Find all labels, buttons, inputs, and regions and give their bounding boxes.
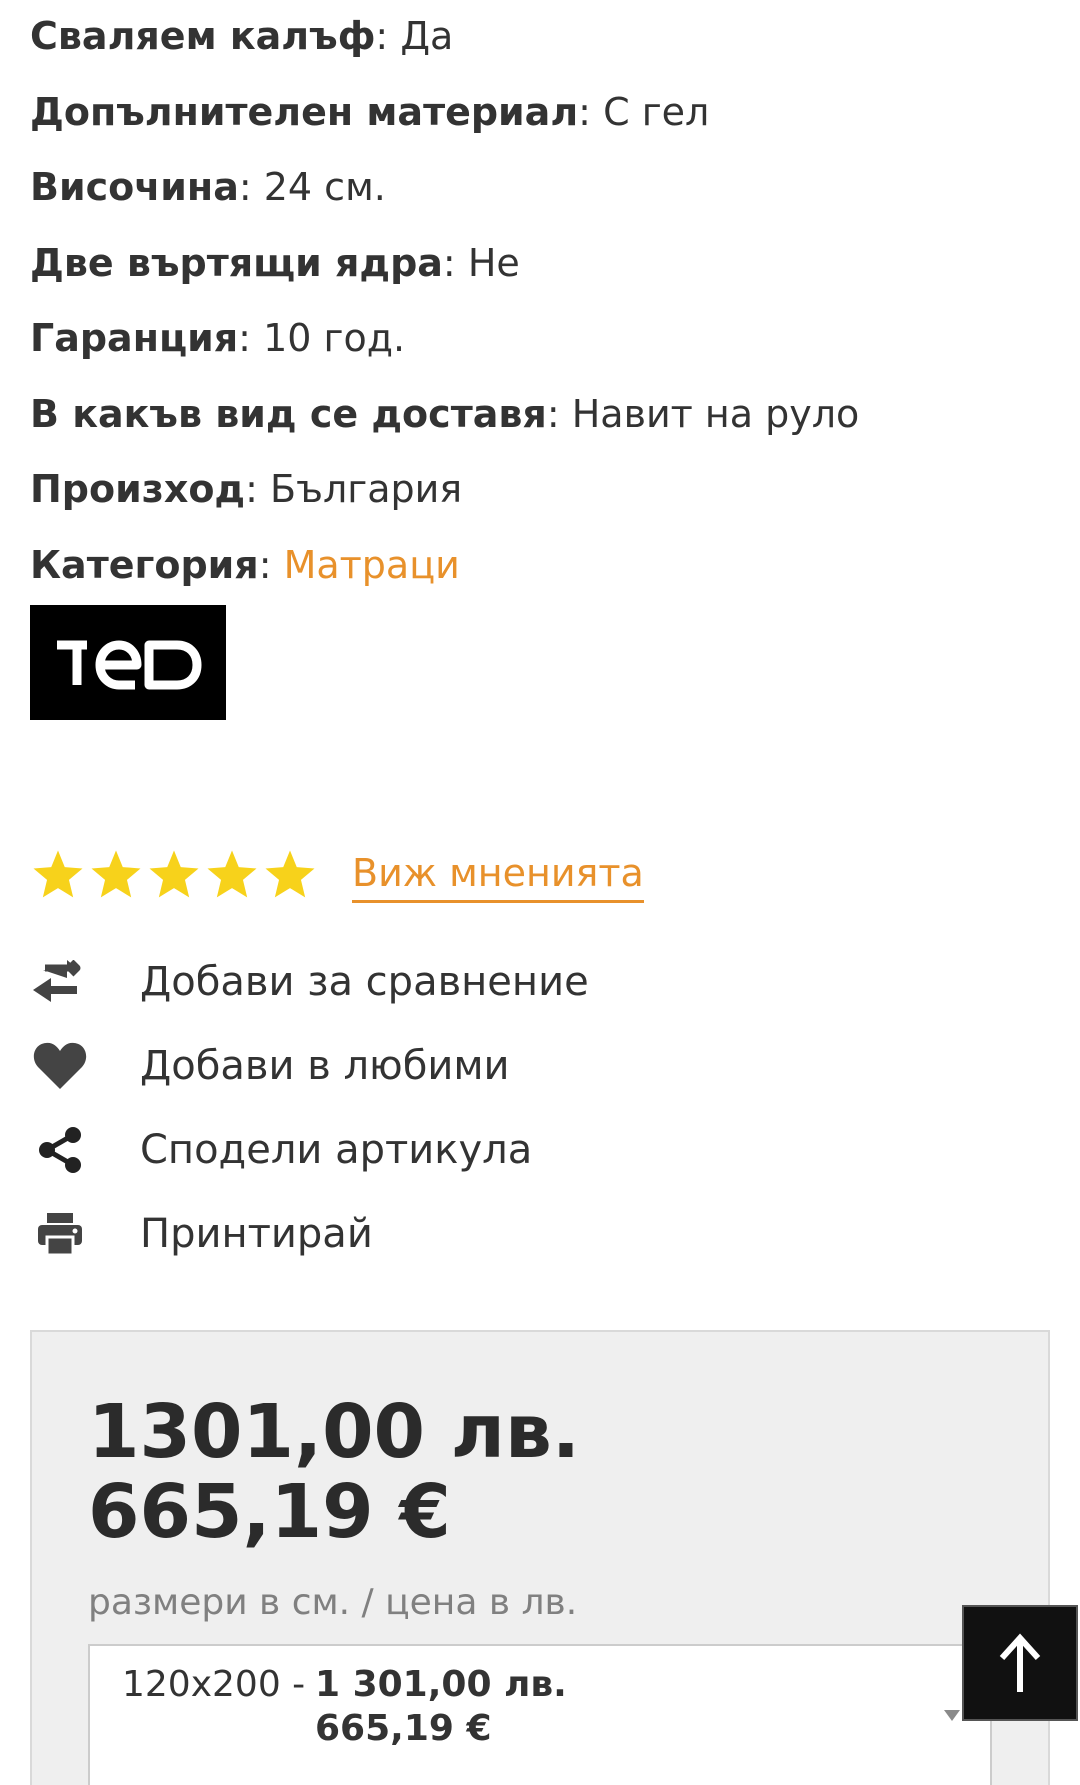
spec-separator: : (258, 542, 272, 587)
spec-separator: : (238, 316, 251, 360)
spec-row-category: Категория: Матраци (30, 537, 1050, 613)
star-icon (265, 850, 315, 898)
spec-value: Навит на руло (571, 391, 860, 436)
spec-key: Произход (30, 467, 246, 511)
spec-key: Сваляем калъф (30, 14, 376, 58)
size-price-label: размери в см. / цена в лв. (88, 1582, 578, 1623)
category-link[interactable]: Матраци (284, 543, 460, 587)
spec-separator: : (245, 467, 258, 511)
spec-row-warranty: Гаранция: 10 год. (30, 310, 1050, 386)
arrow-up-icon (999, 1633, 1041, 1692)
spec-row-height: Височина: 24 см. (30, 159, 1050, 235)
share-article-label: Сподели артикула (140, 1127, 533, 1173)
rating-section: Виж мненията (30, 840, 644, 910)
selected-price-bgn: 1 301,00 лв. (315, 1664, 567, 1705)
spec-separator: : (546, 391, 560, 436)
share-icon (30, 1120, 90, 1180)
size-select[interactable]: 120x200 - 1 301,00 лв. 665,19 € (88, 1644, 992, 1785)
ted-logo-icon (57, 640, 202, 689)
spec-value: Да (400, 14, 454, 58)
spec-value: Не (467, 240, 520, 285)
brand-logo[interactable] (30, 605, 226, 720)
spec-key: Допълнителен материал (30, 89, 579, 134)
spec-value: С гел (603, 89, 710, 134)
star-icon (33, 850, 83, 898)
spec-key: Гаранция (30, 316, 239, 360)
product-details-page: Сваляем калъф: Да Допълнителен материал:… (0, 0, 1080, 1785)
product-actions: Добави за сравнение Добави в любими Спод… (30, 940, 930, 1276)
print-button[interactable]: Принтирай (30, 1192, 930, 1276)
print-icon (30, 1204, 90, 1264)
spec-value: 10 год. (263, 316, 406, 360)
price-bgn: 1301,00 лв. (88, 1389, 580, 1475)
add-to-compare-label: Добави за сравнение (140, 959, 589, 1005)
spec-separator: : (578, 89, 591, 134)
spec-key: Категория (30, 542, 259, 587)
selected-size: 120x200 - (122, 1664, 306, 1705)
spec-key: Височина (30, 165, 239, 209)
compare-arrows-icon (30, 952, 90, 1012)
back-to-top-button[interactable] (962, 1605, 1078, 1721)
share-article-button[interactable]: Сподели артикула (30, 1108, 930, 1192)
spec-row-delivery-form: В какъв вид се доставя: Навит на руло (30, 386, 1050, 462)
add-to-favorites-button[interactable]: Добави в любими (30, 1024, 930, 1108)
selected-price-eur: 665,19 € (315, 1708, 492, 1749)
heart-icon (30, 1036, 90, 1096)
star-icon (207, 850, 257, 898)
specifications-list: Сваляем калъф: Да Допълнителен материал:… (30, 8, 1050, 612)
price-box: 1301,00 лв. 665,19 € размери в см. / цен… (30, 1330, 1050, 1785)
spec-value: 24 см. (263, 165, 386, 209)
spec-separator: : (442, 240, 456, 285)
view-reviews-link[interactable]: Виж мненията (352, 848, 644, 903)
star-icon (91, 850, 141, 898)
spec-row-two-rotating-cores: Две въртящи ядра: Не (30, 235, 1050, 311)
star-rating (30, 847, 318, 903)
add-to-compare-button[interactable]: Добави за сравнение (30, 940, 930, 1024)
spec-row-additional-material: Допълнителен материал: С гел (30, 84, 1050, 160)
spec-separator: : (375, 14, 389, 58)
spec-separator: : (238, 165, 252, 209)
spec-value: България (270, 467, 463, 511)
star-icon (149, 850, 199, 898)
spec-key: В какъв вид се доставя (30, 391, 547, 436)
spec-row-origin: Произход: България (30, 461, 1050, 537)
spec-row-removable-cover: Сваляем калъф: Да (30, 8, 1050, 84)
chevron-down-icon (944, 1710, 960, 1721)
add-to-favorites-label: Добави в любими (140, 1043, 510, 1089)
price-eur: 665,19 € (88, 1469, 451, 1555)
spec-key: Две въртящи ядра (30, 240, 443, 285)
print-label: Принтирай (140, 1211, 373, 1257)
